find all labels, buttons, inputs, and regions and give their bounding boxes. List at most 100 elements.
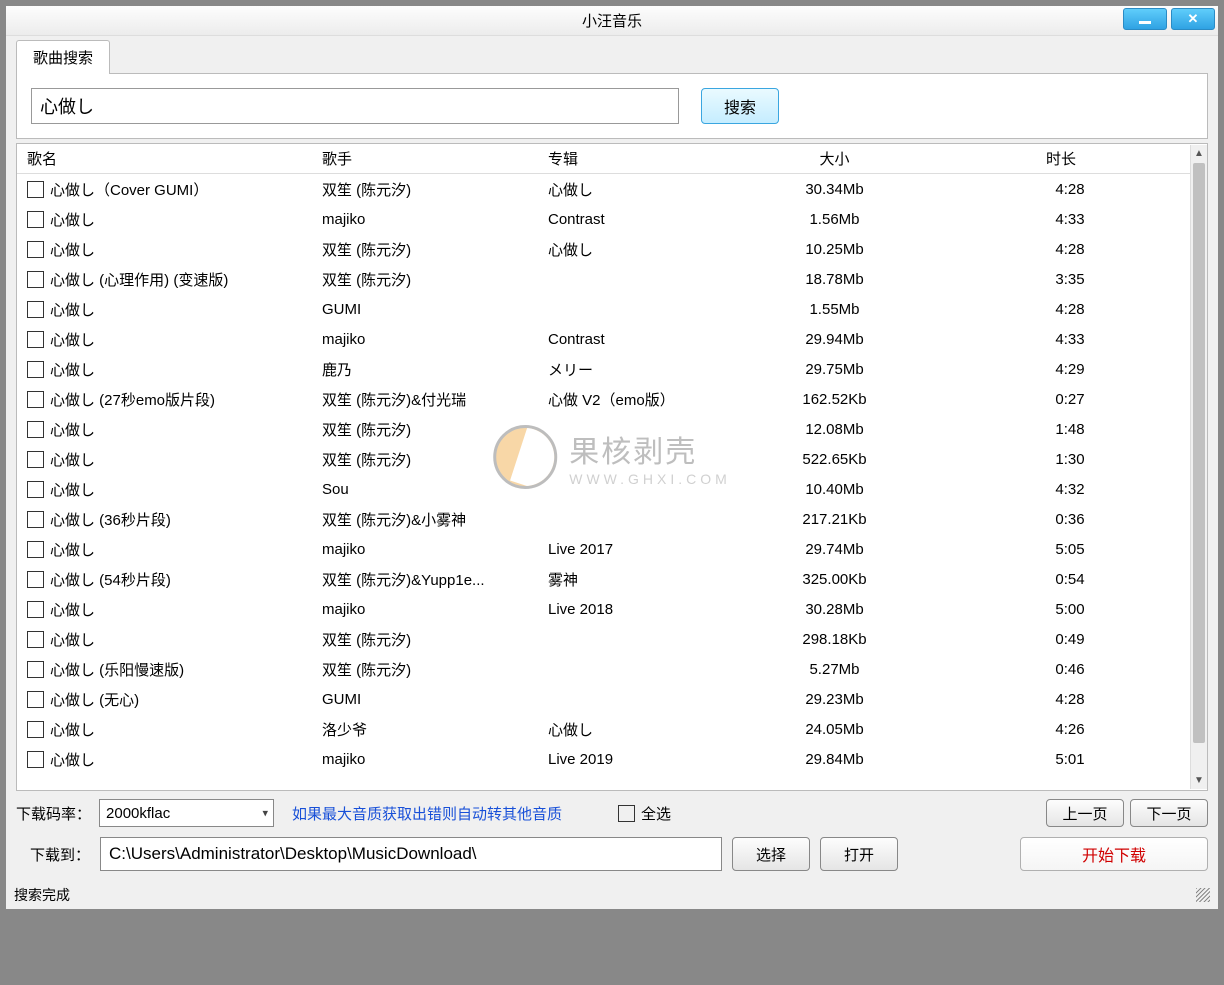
table-row[interactable]: 心做し鹿乃メリー29.75Mb4:29: [23, 354, 1207, 384]
page-nav: 上一页 下一页: [1046, 799, 1208, 827]
scroll-thumb[interactable]: [1193, 163, 1205, 743]
table-row[interactable]: 心做し (乐阳慢速版)双笙 (陈元汐)5.27Mb0:46: [23, 654, 1207, 684]
table-row[interactable]: 心做しSou10.40Mb4:32: [23, 474, 1207, 504]
cell-name: 心做し: [50, 359, 95, 380]
cell-name: 心做し（Cover GUMI）: [50, 179, 208, 200]
tab-row: 歌曲搜索: [6, 36, 1218, 73]
table-row[interactable]: 心做し双笙 (陈元汐)298.18Kb0:49: [23, 624, 1207, 654]
next-page-button[interactable]: 下一页: [1130, 799, 1208, 827]
row-checkbox[interactable]: [27, 451, 44, 468]
row-checkbox[interactable]: [27, 601, 44, 618]
close-button[interactable]: [1171, 8, 1215, 30]
cell-artist: 鹿乃: [318, 359, 544, 380]
table-row[interactable]: 心做しmajikoContrast29.94Mb4:33: [23, 324, 1207, 354]
cell-size: 29.94Mb: [736, 331, 929, 348]
select-all[interactable]: 全选: [618, 803, 671, 824]
column-album[interactable]: 专辑: [544, 148, 736, 169]
start-download-button[interactable]: 开始下载: [1020, 837, 1208, 871]
table-row[interactable]: 心做しmajikoLive 201929.84Mb5:01: [23, 744, 1207, 774]
row-checkbox[interactable]: [27, 511, 44, 528]
row-checkbox[interactable]: [27, 301, 44, 318]
row-checkbox[interactable]: [27, 691, 44, 708]
cell-name: 心做し: [50, 419, 95, 440]
search-input[interactable]: [31, 88, 679, 124]
row-checkbox[interactable]: [27, 541, 44, 558]
choose-path-button[interactable]: 选择: [732, 837, 810, 871]
table-row[interactable]: 心做しmajikoLive 201830.28Mb5:00: [23, 594, 1207, 624]
cell-duration: 5:05: [929, 541, 1207, 558]
bitrate-note: 如果最大音质获取出错则自动转其他音质: [292, 803, 562, 824]
table-row[interactable]: 心做し（Cover GUMI）双笙 (陈元汐)心做し30.34Mb4:28: [23, 174, 1207, 204]
table-row[interactable]: 心做し (54秒片段)双笙 (陈元汐)&Yupp1e...雾神325.00Kb0…: [23, 564, 1207, 594]
cell-name: 心做し (无心): [50, 689, 139, 710]
cell-duration: 4:28: [929, 691, 1207, 708]
column-name[interactable]: 歌名: [23, 148, 318, 169]
content: 歌曲搜索 搜索 歌名 歌手 专辑 大小 时长 果核剥壳 WWW.GHXI.COM: [6, 36, 1218, 909]
row-checkbox[interactable]: [27, 661, 44, 678]
resize-grip-icon[interactable]: [1196, 888, 1210, 902]
row-checkbox[interactable]: [27, 421, 44, 438]
row-checkbox[interactable]: [27, 361, 44, 378]
column-size[interactable]: 大小: [736, 148, 929, 169]
download-label: 下载到：: [30, 844, 90, 865]
scrollbar[interactable]: ▲ ▼: [1190, 145, 1207, 789]
cell-size: 10.25Mb: [736, 241, 929, 258]
row-checkbox[interactable]: [27, 631, 44, 648]
cell-album: Live 2017: [544, 541, 736, 558]
row-checkbox[interactable]: [27, 271, 44, 288]
tab-search[interactable]: 歌曲搜索: [16, 40, 110, 74]
select-all-checkbox[interactable]: [618, 805, 635, 822]
results-body[interactable]: 果核剥壳 WWW.GHXI.COM 心做し（Cover GUMI）双笙 (陈元汐…: [17, 174, 1207, 790]
scroll-down-icon[interactable]: ▼: [1191, 772, 1207, 789]
cell-artist: 双笙 (陈元汐): [318, 179, 544, 200]
download-path-input[interactable]: [100, 837, 722, 871]
cell-size: 522.65Kb: [736, 451, 929, 468]
row-checkbox[interactable]: [27, 721, 44, 738]
table-row[interactable]: 心做し (无心)GUMI29.23Mb4:28: [23, 684, 1207, 714]
search-button[interactable]: 搜索: [701, 88, 779, 124]
table-row[interactable]: 心做しmajikoContrast1.56Mb4:33: [23, 204, 1207, 234]
bitrate-select[interactable]: 2000kflac ▾: [99, 799, 274, 827]
minimize-button[interactable]: [1123, 8, 1167, 30]
table-row[interactable]: 心做し洛少爷心做し24.05Mb4:26: [23, 714, 1207, 744]
cell-artist: majiko: [318, 541, 544, 558]
row-checkbox[interactable]: [27, 241, 44, 258]
table-row[interactable]: 心做しGUMI1.55Mb4:28: [23, 294, 1207, 324]
cell-artist: 洛少爷: [318, 719, 544, 740]
cell-duration: 4:32: [929, 481, 1207, 498]
cell-name: 心做し: [50, 749, 95, 770]
open-path-button[interactable]: 打开: [820, 837, 898, 871]
row-checkbox[interactable]: [27, 571, 44, 588]
row-checkbox[interactable]: [27, 751, 44, 768]
row-checkbox[interactable]: [27, 481, 44, 498]
table-row[interactable]: 心做し双笙 (陈元汐)心做し10.25Mb4:28: [23, 234, 1207, 264]
column-artist[interactable]: 歌手: [318, 148, 544, 169]
scroll-up-icon[interactable]: ▲: [1191, 145, 1207, 162]
table-row[interactable]: 心做しmajikoLive 201729.74Mb5:05: [23, 534, 1207, 564]
cell-size: 298.18Kb: [736, 631, 929, 648]
table-row[interactable]: 心做し双笙 (陈元汐)12.08Mb1:48: [23, 414, 1207, 444]
prev-page-button[interactable]: 上一页: [1046, 799, 1124, 827]
table-row[interactable]: 心做し (36秒片段)双笙 (陈元汐)&小雾神217.21Kb0:36: [23, 504, 1207, 534]
select-all-label: 全选: [641, 803, 671, 824]
cell-artist: Sou: [318, 481, 544, 498]
cell-album: Contrast: [544, 331, 736, 348]
row-checkbox[interactable]: [27, 181, 44, 198]
titlebar[interactable]: 小汪音乐: [6, 6, 1218, 36]
cell-size: 10.40Mb: [736, 481, 929, 498]
cell-album: 心做し: [544, 239, 736, 260]
cell-name: 心做し: [50, 299, 95, 320]
cell-size: 5.27Mb: [736, 661, 929, 678]
cell-name: 心做し: [50, 539, 95, 560]
table-row[interactable]: 心做し双笙 (陈元汐)522.65Kb1:30: [23, 444, 1207, 474]
cell-duration: 4:29: [929, 361, 1207, 378]
row-checkbox[interactable]: [27, 331, 44, 348]
cell-duration: 0:36: [929, 511, 1207, 528]
row-checkbox[interactable]: [27, 391, 44, 408]
row-checkbox[interactable]: [27, 211, 44, 228]
cell-duration: 4:28: [929, 241, 1207, 258]
table-row[interactable]: 心做し (心理作用) (变速版)双笙 (陈元汐)18.78Mb3:35: [23, 264, 1207, 294]
table-row[interactable]: 心做し (27秒emo版片段)双笙 (陈元汐)&付光瑞心做 V2（emo版）16…: [23, 384, 1207, 414]
column-duration[interactable]: 时长: [929, 148, 1189, 169]
cell-duration: 0:27: [929, 391, 1207, 408]
